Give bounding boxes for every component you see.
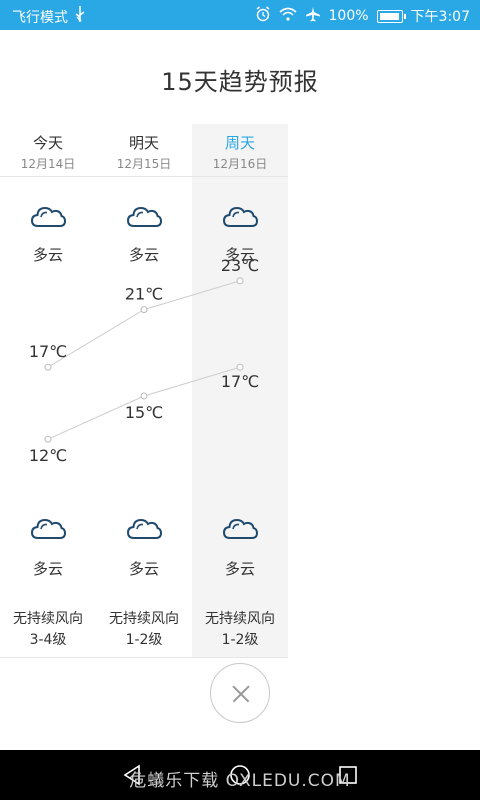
status-bar: 飞行模式 100% 下午3:07 bbox=[0, 0, 480, 30]
wind-direction: 无持续风向 bbox=[205, 611, 275, 627]
day-name: 周天 bbox=[224, 134, 255, 152]
cloudy-icon bbox=[126, 518, 162, 539]
day-condition: 多云 bbox=[32, 246, 63, 264]
day-name: 今天 bbox=[32, 134, 63, 152]
close-button[interactable] bbox=[210, 663, 270, 723]
airplane-icon bbox=[305, 6, 321, 26]
wind-direction: 无持续风向 bbox=[13, 611, 83, 627]
battery-percent-label: 100% bbox=[328, 8, 369, 24]
wifi-icon bbox=[278, 7, 297, 25]
night-condition: 多云 bbox=[224, 560, 255, 578]
status-right: 100% 下午3:07 bbox=[255, 6, 470, 26]
battery-icon bbox=[376, 9, 406, 23]
cloudy-icon bbox=[30, 518, 66, 539]
day-column-0[interactable]: 今天 12月14日 多云 多云 无持续风向 3-4级 bbox=[0, 124, 96, 658]
alarm-icon bbox=[255, 6, 271, 26]
wind-level: 1-2级 bbox=[125, 632, 163, 648]
airplane-mode-label: 飞行模式 bbox=[12, 9, 68, 26]
cloudy-icon bbox=[126, 206, 162, 227]
wind-level: 3-4级 bbox=[29, 632, 67, 648]
battery-level-fill bbox=[379, 12, 399, 20]
page-title: 15天趋势预报 bbox=[161, 68, 319, 96]
status-time: 下午3:07 bbox=[410, 9, 470, 25]
day-column-1[interactable]: 明天 12月15日 多云 多云 无持续风向 1-2级 bbox=[96, 124, 192, 658]
wind-level: 1-2级 bbox=[221, 632, 259, 648]
day-column-2[interactable]: 周天 12月16日 多云 多云 无持续风向 1-2级 bbox=[192, 124, 288, 658]
night-condition: 多云 bbox=[32, 560, 63, 578]
day-name: 明天 bbox=[128, 134, 159, 152]
night-condition: 多云 bbox=[128, 560, 159, 578]
usb-icon bbox=[74, 6, 86, 27]
watermark: 危蟻乐下载 OXLEDU.COM bbox=[129, 771, 351, 791]
day-date: 12月14日 bbox=[20, 157, 76, 171]
day-date: 12月16日 bbox=[212, 157, 268, 171]
status-left: 飞行模式 bbox=[12, 6, 86, 27]
day-date: 12月15日 bbox=[116, 157, 172, 171]
forecast-panel: 今天 12月14日 多云 多云 无持续风向 3-4级 明天 12月15日 多云 … bbox=[0, 124, 288, 658]
day-condition: 多云 bbox=[224, 246, 255, 264]
cloudy-icon bbox=[222, 518, 258, 539]
day-condition: 多云 bbox=[128, 246, 159, 264]
cloudy-icon bbox=[30, 206, 66, 227]
wind-direction: 无持续风向 bbox=[109, 611, 179, 627]
cloudy-icon bbox=[222, 206, 258, 227]
